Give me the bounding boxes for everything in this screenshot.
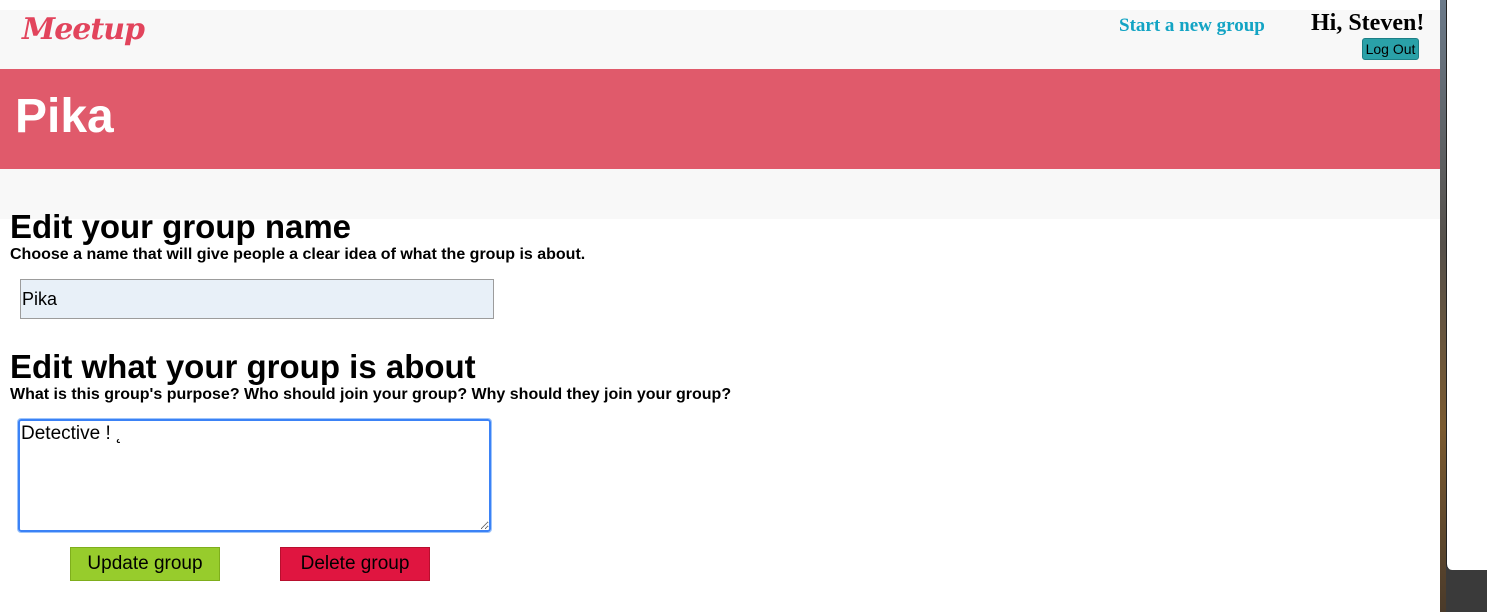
adjacent-window-edge — [1446, 0, 1487, 570]
name-section-title: Edit your group name — [10, 208, 352, 245]
page: Meetup Start a new group Hi, Steven! Log… — [0, 0, 1440, 612]
name-section-subtitle: Choose a name that will give people a cl… — [10, 246, 586, 263]
group-about-textarea[interactable]: Detective ! ˛ — [17, 418, 492, 533]
update-group-button[interactable]: Update group — [70, 547, 220, 581]
about-section-title: Edit what your group is about — [10, 348, 476, 385]
group-banner: Pika — [0, 69, 1440, 169]
top-nav-bar: Meetup Start a new group Hi, Steven! Log… — [0, 10, 1440, 69]
delete-group-button[interactable]: Delete group — [280, 547, 430, 581]
logout-button[interactable]: Log Out — [1362, 38, 1419, 60]
group-title: Pika — [15, 90, 114, 143]
user-greeting: Hi, Steven! — [1311, 10, 1425, 36]
start-new-group-link[interactable]: Start a new group — [1119, 15, 1265, 37]
about-section-subtitle: What is this group's purpose? Who should… — [10, 386, 732, 403]
meetup-logo[interactable]: Meetup — [22, 12, 145, 47]
group-name-input[interactable] — [20, 279, 494, 319]
